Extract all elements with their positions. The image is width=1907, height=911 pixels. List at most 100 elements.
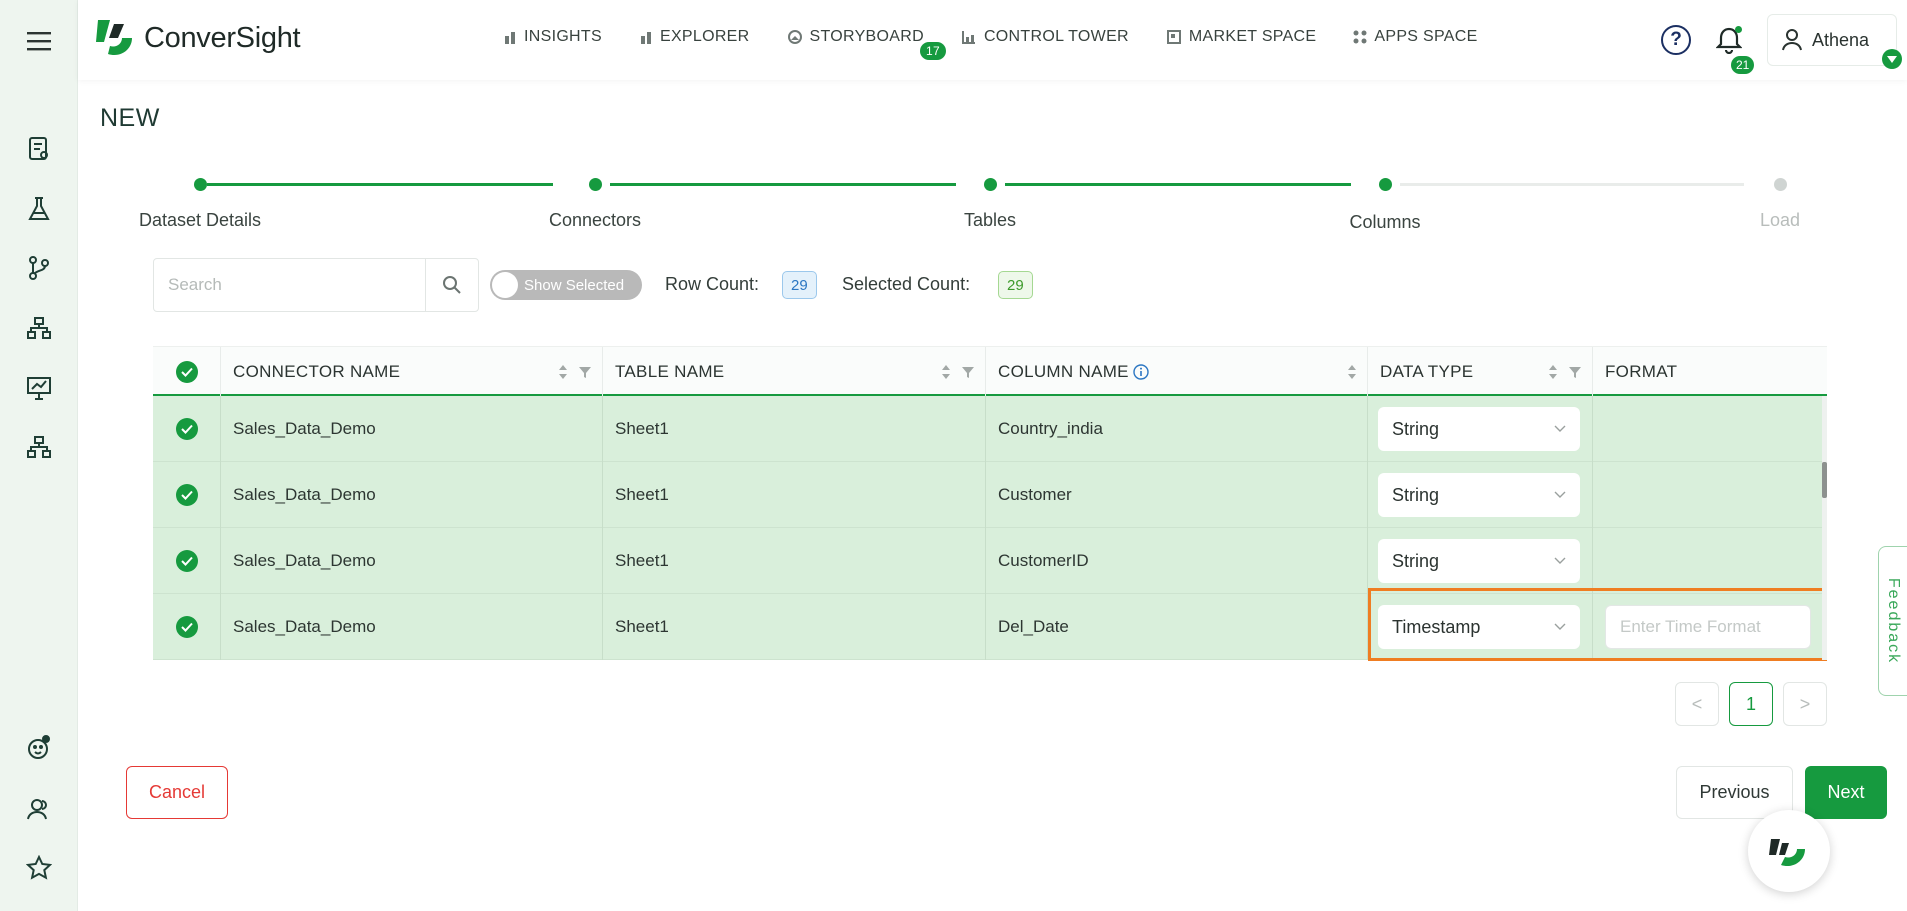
nav-control-tower[interactable]: CONTROL TOWER [961,28,1129,46]
hierarchy-icon[interactable] [24,313,54,343]
selected-count-label: Selected Count: [842,274,971,294]
page-title: NEW [100,104,160,132]
user-name: Athena [1812,29,1870,50]
chat-assistant-button[interactable] [1748,810,1830,892]
row-count-badge: 29 [782,271,817,299]
row-checkbox-cell [153,594,221,660]
table-row[interactable]: Sales_Data_Demo Sheet1 Customer String [153,462,1823,528]
star-icon[interactable] [24,853,54,883]
cancel-button[interactable]: Cancel [126,766,228,819]
sort-icon[interactable] [941,364,951,380]
search-button[interactable] [425,259,478,311]
data-type-select[interactable]: String [1378,539,1580,583]
report-icon[interactable] [24,134,54,164]
hamburger-menu-icon[interactable] [24,26,54,56]
control-tower-icon [961,31,975,44]
nav-insights[interactable]: INSIGHTS [503,28,602,46]
header-column-name-label: COLUMN NAME [998,362,1129,381]
sort-icon[interactable] [1548,364,1558,380]
nav-apps-space[interactable]: APPS SPACE [1353,28,1477,46]
presentation-icon[interactable] [24,373,54,403]
row-checkbox[interactable] [176,418,198,440]
nav-explorer-label: EXPLORER [659,28,750,45]
nav-storyboard[interactable]: STORYBOARD 17 [787,28,946,60]
data-type-select[interactable]: String [1378,473,1580,517]
step-connector-line [610,183,956,186]
conversight-logo[interactable]: ConverSight [92,16,301,60]
show-selected-toggle[interactable]: Show Selected [490,270,642,300]
nav-apps-space-label: APPS SPACE [1374,28,1478,45]
sort-icon[interactable] [558,364,568,380]
nav-insights-label: INSIGHTS [524,28,602,45]
sort-icon[interactable] [1347,364,1357,380]
row-checkbox[interactable] [176,484,198,506]
user-menu[interactable]: Athena [1767,14,1902,69]
header-format: FORMAT [1593,347,1827,397]
nav-storyboard-label: STORYBOARD [809,28,924,45]
data-type-value: String [1392,484,1440,505]
data-type-select[interactable]: String [1378,407,1580,451]
apps-grid-icon [1353,30,1367,44]
search-input[interactable] [154,259,425,311]
row-checkbox[interactable] [176,616,198,638]
step-dot-tables[interactable] [984,178,997,191]
assistant-bot-icon[interactable] [24,733,54,763]
chevron-down-icon[interactable] [1882,49,1902,69]
data-type-value: String [1392,418,1440,439]
top-header: ConverSight INSIGHTS EXPLORER STORYBOARD… [78,0,1907,80]
bar-chart-icon [640,32,651,44]
select-all-checkbox[interactable] [176,361,198,383]
nav-explorer[interactable]: EXPLORER [639,28,750,46]
check-icon [181,367,193,377]
feedback-label: Feedback [1885,577,1903,665]
prev-page-button[interactable]: < [1675,682,1719,726]
table-row[interactable]: Sales_Data_Demo Sheet1 Country_india Str… [153,396,1823,462]
nav-market-space[interactable]: MARKET SPACE [1166,28,1316,46]
org-chart-icon[interactable] [24,432,54,462]
connector-name-cell: Sales_Data_Demo [221,462,603,528]
check-icon [181,556,193,566]
header-format-label: FORMAT [1605,362,1678,381]
users-icon[interactable] [24,794,54,824]
filter-icon[interactable] [961,365,975,379]
info-icon[interactable] [1133,364,1149,380]
notification-count: 21 [1731,56,1755,74]
header-data-type: DATA TYPE [1368,347,1593,397]
feedback-tab[interactable]: Feedback [1878,546,1907,696]
filter-icon[interactable] [578,365,592,379]
wizard-stepper: Dataset Details Connectors Tables Column… [130,170,1800,240]
page-1-button[interactable]: 1 [1729,682,1773,726]
data-type-cell: String [1368,528,1593,594]
data-type-cell: String [1368,396,1593,462]
next-button[interactable]: Next [1805,766,1887,819]
toggle-label: Show Selected [524,276,625,294]
lab-flask-icon[interactable] [24,194,54,224]
row-count-label: Row Count: [665,274,760,294]
chevron-down-icon [1554,425,1566,432]
table-scrollbar[interactable] [1822,396,1827,660]
connector-name-cell: Sales_Data_Demo [221,528,603,594]
check-icon [181,490,193,500]
table-row[interactable]: Sales_Data_Demo Sheet1 CustomerID String [153,528,1823,594]
table-name-cell: Sheet1 [603,396,986,462]
filter-icon[interactable] [1568,365,1582,379]
next-page-button[interactable]: > [1783,682,1827,726]
step-dot-columns[interactable] [1379,178,1392,191]
notifications-button[interactable]: 21 [1713,20,1755,74]
step-label-columns: Columns [1349,212,1421,232]
column-name-cell: Del_Date [986,594,1368,660]
step-label-load: Load [1759,210,1801,230]
header-actions: ? 21 Athena [1661,14,1902,74]
connector-name-cell: Sales_Data_Demo [221,594,603,660]
table-name-cell: Sheet1 [603,528,986,594]
header-table-name-label: TABLE NAME [615,362,725,381]
row-checkbox[interactable] [176,550,198,572]
step-connector-line [1400,183,1744,186]
step-dot-dataset-details[interactable] [194,178,207,191]
branch-icon[interactable] [24,253,54,283]
help-icon[interactable]: ? [1661,25,1691,55]
step-dot-connectors[interactable] [589,178,602,191]
header-connector-name-label: CONNECTOR NAME [233,362,401,381]
scrollbar-thumb[interactable] [1822,462,1827,498]
select-all-header [153,347,221,397]
